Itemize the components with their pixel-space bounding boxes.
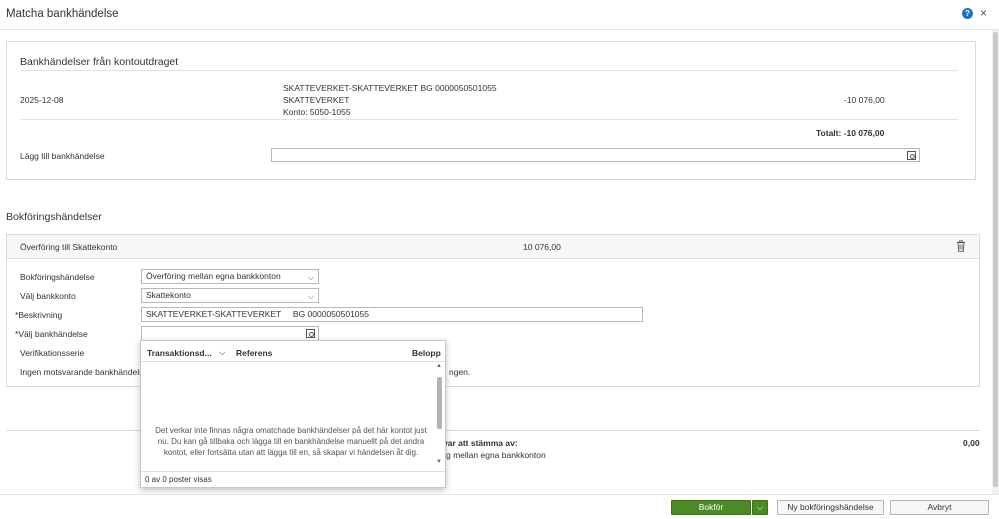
- description-input[interactable]: SKATTEVERKET-SKATTEVERKET BG 00000505010…: [141, 307, 643, 322]
- description-label: *Beskrivning: [15, 310, 62, 320]
- dropdown-footer: 0 av 0 poster visas: [141, 471, 445, 488]
- dialog-footer: Bokför ⌵ Ny bokföringshändelse Avbryt: [0, 494, 999, 519]
- close-icon[interactable]: ×: [980, 6, 987, 20]
- summary-subtext: g mellan egna bankkonton: [446, 450, 546, 460]
- book-options-button[interactable]: ⌵: [752, 500, 768, 515]
- dropdown-empty-message: Det verkar inte finnas några omatchade b…: [155, 426, 427, 457]
- new-booking-event-button[interactable]: Ny bokföringshändelse: [777, 500, 884, 515]
- scrollbar-thumb[interactable]: [993, 32, 998, 487]
- dialog-scrollbar[interactable]: [992, 30, 999, 495]
- dropdown-scrollbar[interactable]: ▲ ▼: [435, 363, 444, 467]
- description-label-text: Beskrivning: [18, 310, 63, 320]
- divider: [20, 119, 958, 120]
- col-amount[interactable]: Belopp: [412, 348, 441, 358]
- chevron-down-icon: ⌵: [756, 502, 764, 512]
- bank-event-label: *Välj bankhändelse: [15, 329, 88, 339]
- event-select-value: Överföring mellan egna bankkonton: [146, 271, 281, 281]
- booking-row-amount: 10 076,00: [523, 242, 561, 252]
- account-select[interactable]: Skattekonto ⌵: [141, 288, 319, 303]
- dialog-titlebar: Matcha bankhändelse ? ×: [0, 0, 999, 30]
- booking-row-title: Överföring till Skattekonto: [20, 242, 118, 252]
- divider: [20, 70, 958, 71]
- bank-event-dropdown: Transaktionsd... ⌵ Referens Belopp ▲ ▼ D…: [140, 340, 446, 488]
- sort-chevron-icon[interactable]: ⌵: [219, 347, 225, 358]
- cancel-button[interactable]: Avbryt: [890, 500, 989, 515]
- search-icon[interactable]: [907, 151, 916, 160]
- bank-events-panel: Bankhändelser från kontoutdraget 2025-12…: [6, 41, 976, 180]
- add-bank-event-search-input[interactable]: [271, 148, 920, 162]
- no-match-text: Ingen motsvarande bankhändels: [20, 367, 144, 377]
- dropdown-scroll-thumb[interactable]: [437, 377, 442, 429]
- chevron-down-icon: ⌵: [307, 292, 314, 301]
- booking-section-title: Bokföringshändelser: [6, 211, 102, 223]
- scroll-down-icon[interactable]: ▼: [436, 459, 442, 465]
- bank-event-desc-line3: Konto: 5050-1055: [283, 107, 351, 117]
- book-button[interactable]: Bokför: [671, 500, 751, 515]
- search-icon[interactable]: [306, 329, 315, 338]
- booking-row-header[interactable]: Överföring till Skattekonto 10 076,00: [7, 235, 979, 259]
- col-reference[interactable]: Referens: [236, 348, 272, 358]
- account-label: Välj bankkonto: [20, 291, 76, 301]
- bank-event-desc-line1: SKATTEVERKET-SKATTEVERKET BG 00000505010…: [283, 83, 497, 93]
- col-transaction-date[interactable]: Transaktionsd...: [147, 348, 212, 358]
- event-label: Bokföringshändelse: [20, 272, 95, 282]
- remaining-label: var att stämma av:: [443, 438, 518, 448]
- remaining-value: 0,00: [963, 438, 980, 448]
- bank-events-total: Totalt: -10 076,00: [816, 128, 885, 138]
- account-select-value: Skattekonto: [146, 290, 191, 300]
- dialog-title: Matcha bankhändelse: [6, 8, 119, 20]
- bank-event-amount: -10 076,00: [844, 95, 885, 105]
- bank-event-label-text: Välj bankhändelse: [18, 329, 88, 339]
- chevron-down-icon: ⌵: [307, 273, 314, 282]
- bank-event-desc-line2: SKATTEVERKET: [283, 95, 350, 105]
- event-select[interactable]: Överföring mellan egna bankkonton ⌵: [141, 269, 319, 284]
- scroll-up-icon[interactable]: ▲: [436, 363, 442, 369]
- bank-events-heading: Bankhändelser från kontoutdraget: [20, 56, 179, 68]
- trash-icon[interactable]: [956, 240, 966, 252]
- add-bank-event-label: Lägg till bankhändelse: [20, 151, 105, 161]
- dropdown-header: Transaktionsd... ⌵ Referens Belopp: [141, 341, 445, 362]
- help-icon[interactable]: ?: [962, 8, 973, 19]
- no-match-text-end: ngen.: [449, 367, 471, 377]
- bank-event-search-input[interactable]: [141, 326, 319, 341]
- bank-event-date: 2025-12-08: [20, 95, 64, 105]
- series-label: Verifikationsserie: [20, 348, 85, 358]
